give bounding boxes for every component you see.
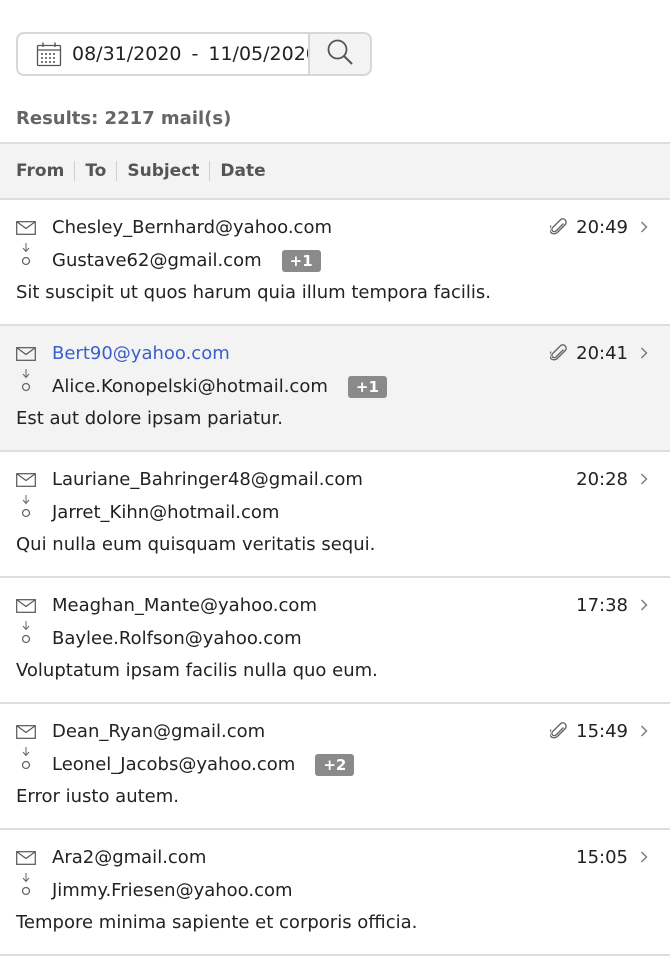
mail-row[interactable]: Chesley_Bernhard@yahoo.com Gustave62@gmai…	[0, 200, 670, 326]
mail-row[interactable]: Lauriane_Bahringer48@gmail.com Jarret_Kih…	[0, 452, 670, 578]
mail-subject: Sit suscipit ut quos harum quia illum te…	[16, 282, 491, 303]
mail-from: Dean_Ryan@gmail.com	[52, 721, 266, 742]
mail-from: Meaghan_Mante@yahoo.com	[52, 595, 317, 616]
chevron-right-icon[interactable]	[640, 220, 648, 234]
mail-list: Chesley_Bernhard@yahoo.com Gustave62@gmai…	[0, 200, 670, 956]
results-count: Results: 2217 mail(s)	[16, 108, 232, 129]
chevron-right-icon[interactable]	[640, 472, 648, 486]
mail-recipients: Baylee.Rolfson@yahoo.com	[52, 627, 302, 651]
envelope-icon	[16, 850, 36, 869]
chevron-right-icon[interactable]	[640, 850, 648, 864]
mail-row[interactable]: Meaghan_Mante@yahoo.com Baylee.Rolfson@ya…	[0, 578, 670, 704]
mail-meta: 15:05	[576, 846, 646, 870]
mail-direction-icons	[16, 472, 36, 524]
envelope-icon	[16, 598, 36, 617]
mail-to: Jarret_Kihn@hotmail.com	[52, 502, 280, 523]
mail-recipients: Leonel_Jacobs@yahoo.com +2	[52, 753, 355, 777]
mail-direction-icons	[16, 598, 36, 650]
mail-meta: 17:38	[576, 594, 646, 618]
paperclip-icon	[550, 722, 568, 742]
mail-recipients: Jarret_Kihn@hotmail.com	[52, 501, 279, 525]
mail-recipients: Gustave62@gmail.com +1	[52, 249, 321, 273]
mail-time: 15:49	[576, 721, 628, 742]
mail-row[interactable]: Dean_Ryan@gmail.com Leonel_Jacobs@yahoo.c…	[0, 704, 670, 830]
envelope-icon	[16, 220, 36, 239]
column-from[interactable]: From	[16, 161, 74, 181]
mail-recipients: Jimmy.Friesen@yahoo.com	[52, 879, 293, 903]
mail-from: Bert90@yahoo.com	[52, 343, 230, 364]
date-range-picker[interactable]: 08/31/2020 - 11/05/2020	[16, 32, 318, 76]
mail-subject: Voluptatum ipsam facilis nulla quo eum.	[16, 660, 378, 681]
mail-to: Leonel_Jacobs@yahoo.com	[52, 754, 296, 775]
mail-time: 20:49	[576, 217, 628, 238]
column-subject[interactable]: Subject	[116, 161, 209, 181]
arrow-down-icon	[16, 746, 36, 776]
mail-to: Baylee.Rolfson@yahoo.com	[52, 628, 302, 649]
date-to[interactable]: 11/05/2020	[208, 43, 318, 65]
chevron-right-icon[interactable]	[640, 724, 648, 738]
envelope-icon	[16, 472, 36, 491]
mail-direction-icons	[16, 346, 36, 398]
search-button[interactable]	[308, 32, 372, 76]
mail-subject: Error iusto autem.	[16, 786, 180, 807]
chevron-right-icon[interactable]	[640, 598, 648, 612]
mail-direction-icons	[16, 724, 36, 776]
date-filter-toolbar: 08/31/2020 - 11/05/2020	[16, 32, 372, 76]
mail-meta: 15:49	[550, 720, 646, 744]
chevron-right-icon[interactable]	[640, 346, 648, 360]
envelope-icon	[16, 724, 36, 743]
mail-meta: 20:41	[550, 342, 646, 366]
mail-subject: Qui nulla eum quisquam veritatis sequi.	[16, 534, 376, 555]
mail-time: 20:28	[576, 469, 628, 490]
date-from[interactable]: 08/31/2020	[72, 43, 182, 65]
column-date[interactable]: Date	[209, 161, 275, 181]
paperclip-icon	[550, 344, 568, 364]
mail-direction-icons	[16, 850, 36, 902]
mail-direction-icons	[16, 220, 36, 272]
extra-recipients-badge: +1	[281, 250, 321, 272]
column-to[interactable]: To	[74, 161, 116, 181]
arrow-down-icon	[16, 620, 36, 650]
mail-to: Jimmy.Friesen@yahoo.com	[52, 880, 293, 901]
mail-time: 17:38	[576, 595, 628, 616]
mail-recipients: Alice.Konopelski@hotmail.com +1	[52, 375, 387, 399]
mail-time: 20:41	[576, 343, 628, 364]
arrow-down-icon	[16, 242, 36, 272]
envelope-icon	[16, 346, 36, 365]
mail-to: Alice.Konopelski@hotmail.com	[52, 376, 328, 397]
arrow-down-icon	[16, 368, 36, 398]
mail-meta: 20:49	[550, 216, 646, 240]
mail-row[interactable]: Bert90@yahoo.com Alice.Konopelski@hotmail…	[0, 326, 670, 452]
calendar-icon	[36, 41, 62, 67]
mail-row[interactable]: Ara2@gmail.com Jimmy.Friesen@yahoo.com Tem…	[0, 830, 670, 956]
extra-recipients-badge: +2	[315, 754, 355, 776]
date-separator: -	[191, 43, 199, 65]
mail-subject: Est aut dolore ipsam pariatur.	[16, 408, 283, 429]
mail-from: Lauriane_Bahringer48@gmail.com	[52, 469, 363, 490]
column-header-bar: From To Subject Date	[0, 142, 670, 200]
search-icon	[326, 38, 354, 70]
mail-from: Ara2@gmail.com	[52, 847, 207, 868]
extra-recipients-badge: +1	[347, 376, 387, 398]
arrow-down-icon	[16, 494, 36, 524]
arrow-down-icon	[16, 872, 36, 902]
mail-subject: Tempore minima sapiente et corporis offi…	[16, 912, 418, 933]
mail-meta: 20:28	[576, 468, 646, 492]
mail-time: 15:05	[576, 847, 628, 868]
paperclip-icon	[550, 218, 568, 238]
mail-to: Gustave62@gmail.com	[52, 250, 262, 271]
mail-from: Chesley_Bernhard@yahoo.com	[52, 217, 332, 238]
